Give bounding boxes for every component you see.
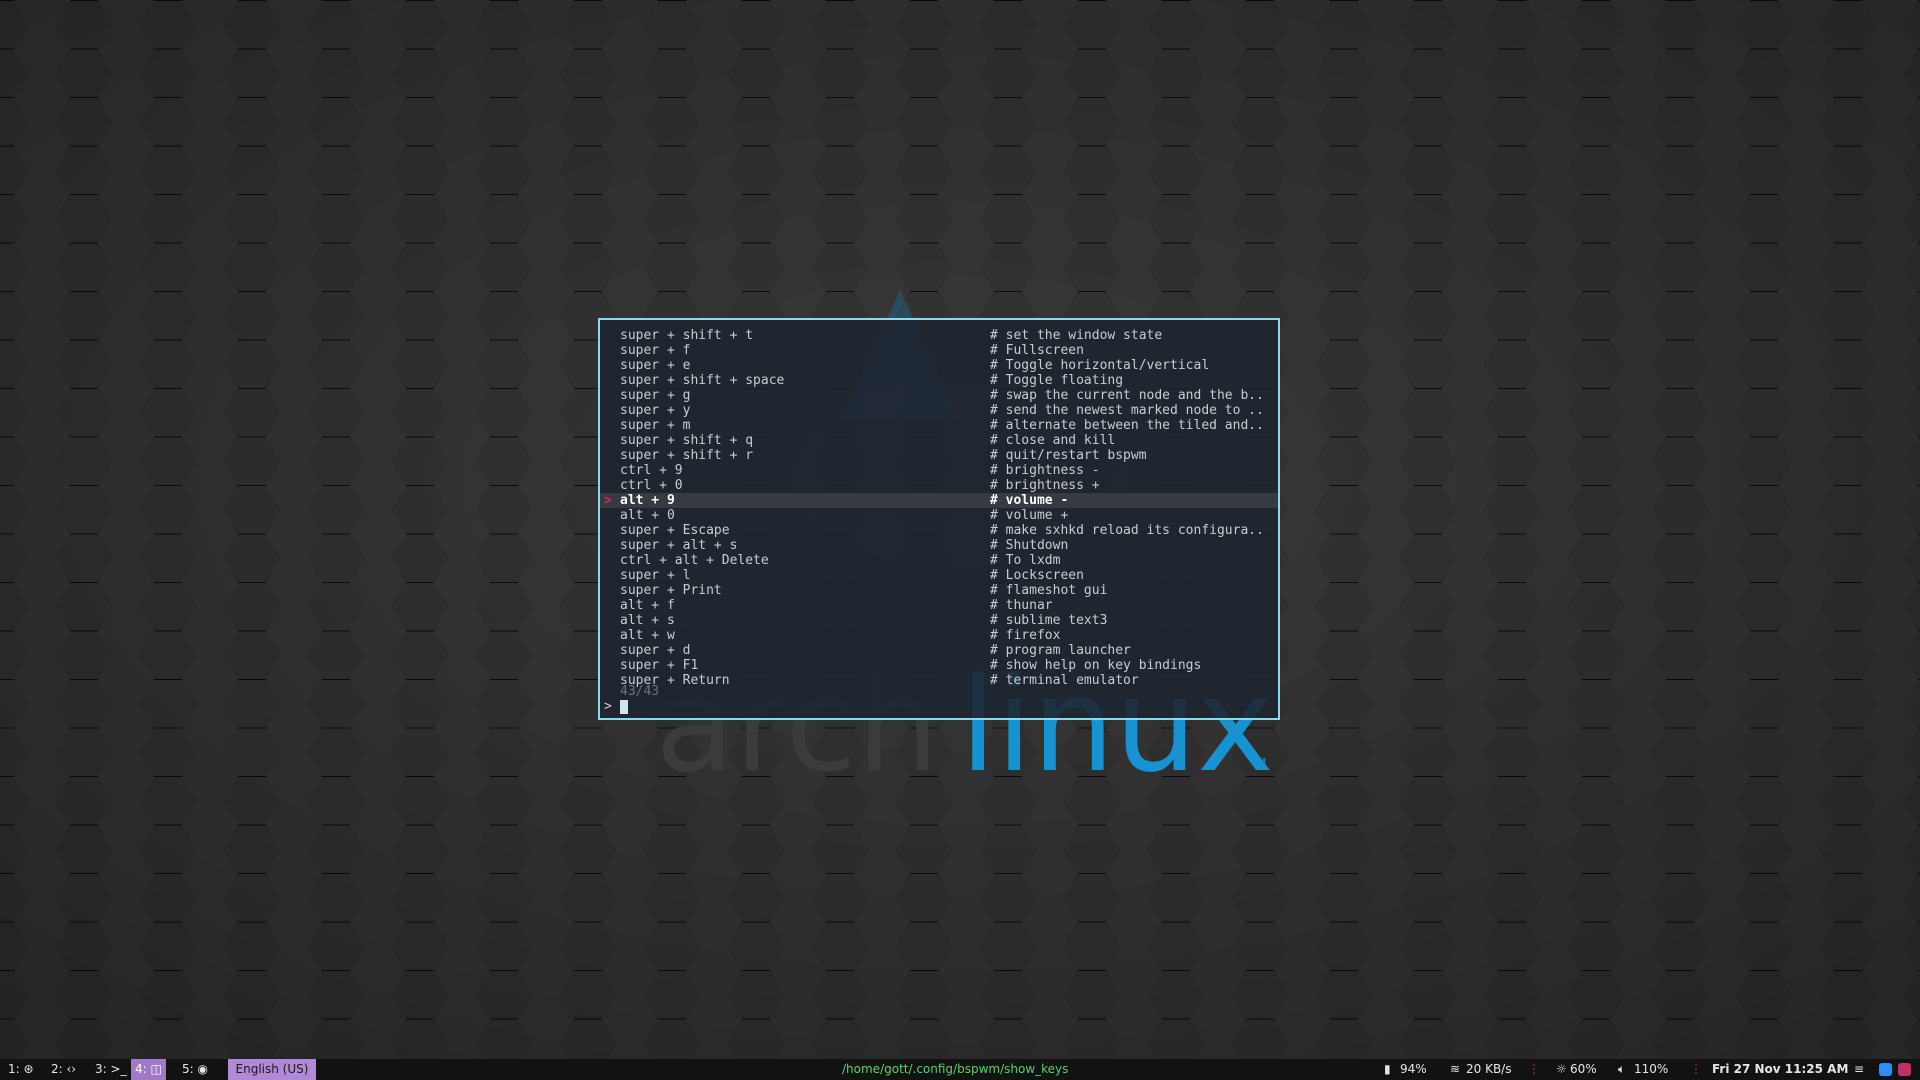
keybinding-key: super + d (620, 643, 691, 658)
keybinding-row[interactable]: > alt + 9 # volume - (600, 493, 1278, 508)
keybinding-row[interactable]: super + alt + s # Shutdown (600, 538, 1278, 553)
brightness-icon: ☼ (1556, 1062, 1567, 1076)
text-cursor[interactable] (620, 700, 628, 714)
keybinding-key: super + Escape (620, 523, 730, 538)
keybinding-row[interactable]: super + y # send the newest marked node t… (600, 403, 1278, 418)
keybinding-description: # close and kill (990, 433, 1116, 448)
keybinding-key: super + shift + r (620, 448, 754, 463)
keybinding-row[interactable]: super + d # program launcher (600, 643, 1278, 658)
keybinding-key: alt + w (620, 628, 675, 643)
keybinding-row[interactable]: super + Print # flameshot gui (600, 583, 1278, 598)
clock[interactable]: Fri 27 Nov 11:25 AM (1712, 1059, 1848, 1080)
workspace-5[interactable]: 5: ◉ (178, 1059, 212, 1080)
keybinding-row[interactable]: alt + w # firefox (600, 628, 1278, 643)
workspace-1[interactable]: 1: ⊛ (4, 1059, 38, 1080)
workspace-3[interactable]: 3: >_ (91, 1059, 131, 1080)
match-counter: 43/43 (620, 684, 660, 699)
keybinding-key: super + shift + t (620, 328, 754, 343)
keybinding-description: # Fullscreen (990, 343, 1084, 358)
keybinding-description: # firefox (990, 628, 1061, 643)
keybinding-description: # set the window state (990, 328, 1163, 343)
keybinding-description: # volume - (990, 493, 1069, 508)
zoom-tray-icon[interactable] (1879, 1063, 1892, 1076)
separator: ⋮ (1528, 1062, 1540, 1076)
keybinding-description: # Lockscreen (990, 568, 1084, 583)
keybinding-key: super + e (620, 358, 691, 373)
wifi-icon: ≋ (1450, 1062, 1461, 1076)
keybinding-key: ctrl + alt + Delete (620, 553, 769, 568)
keybinding-key: super + l (620, 568, 691, 583)
keybinding-description: # Shutdown (990, 538, 1069, 553)
keybinding-key: super + y (620, 403, 691, 418)
keybinding-row[interactable]: alt + 0 # volume + (600, 508, 1278, 523)
keybinding-key: super + shift + q (620, 433, 754, 448)
keybinding-description: # show help on key bindings (990, 658, 1202, 673)
keybinding-description: # program launcher (990, 643, 1131, 658)
keybinding-key: super + shift + space (620, 373, 785, 388)
keyboard-layout[interactable]: English (US) (228, 1059, 316, 1080)
logo-tm-text: TM (1249, 756, 1266, 769)
keybinding-row[interactable]: alt + f # thunar (600, 598, 1278, 613)
keybinding-key: super + F1 (620, 658, 699, 673)
keybinding-description: # flameshot gui (990, 583, 1108, 598)
keybinding-description: # brightness + (990, 478, 1100, 493)
workspace-2[interactable]: 2: ‹› (47, 1059, 80, 1080)
keybinding-row[interactable]: alt + s # sublime text3 (600, 613, 1278, 628)
network-speed: 20 KB/s (1466, 1062, 1512, 1076)
keybinding-key: super + g (620, 388, 691, 403)
keybinding-row[interactable]: super + shift + t # set the window state (600, 328, 1278, 343)
keybinding-row[interactable]: super + F1 # show help on key bindings (600, 658, 1278, 673)
keybinding-row[interactable]: ctrl + 0 # brightness + (600, 478, 1278, 493)
keybinding-key: super + alt + s (620, 538, 738, 553)
keybinding-row[interactable]: super + l # Lockscreen (600, 568, 1278, 583)
keybinding-key: alt + f (620, 598, 675, 613)
status-bar: 1: ⊛ 2: ‹› 3: >_ 4: ◫ 5: ◉ English (US) /hom… (0, 1059, 1920, 1080)
brightness-level: 60% (1570, 1062, 1597, 1076)
menu-icon[interactable]: ≡ (1854, 1059, 1864, 1080)
workspace-4[interactable]: 4: ◫ (131, 1059, 166, 1080)
window-title: /home/gott/.config/bspwm/show_keys (842, 1062, 1069, 1076)
keybinding-description: # volume + (990, 508, 1069, 523)
keybinding-key: super + f (620, 343, 691, 358)
prompt-symbol: > (604, 699, 612, 714)
separator: ⋮ (1690, 1062, 1702, 1076)
keybinding-row[interactable]: super + Return # terminal emulator (600, 673, 1278, 688)
volume-icon[interactable]: 🔈︎ (1618, 1059, 1625, 1080)
keybinding-description: # sublime text3 (990, 613, 1108, 628)
volume-level[interactable]: 110% (1634, 1059, 1668, 1080)
keybinding-row[interactable]: ctrl + alt + Delete # To lxdm (600, 553, 1278, 568)
keybinding-description: # thunar (990, 598, 1053, 613)
keybinding-description: # alternate between the tiled and.. (990, 418, 1264, 433)
keybinding-description: # Toggle floating (990, 373, 1124, 388)
keybinding-key: alt + 0 (620, 508, 675, 523)
keybinding-key: super + Print (620, 583, 722, 598)
keybinding-key: super + m (620, 418, 691, 433)
keybinding-description: # brightness - (990, 463, 1100, 478)
keybinding-description: # make sxhkd reload its configura.. (990, 523, 1264, 538)
app-tray-icon[interactable] (1898, 1063, 1911, 1076)
keybinding-description: # Toggle horizontal/vertical (990, 358, 1210, 373)
keybinding-row[interactable]: super + m # alternate between the tiled a… (600, 418, 1278, 433)
keybinding-row[interactable]: super + f # Fullscreen (600, 343, 1278, 358)
keybinding-key: alt + 9 (620, 493, 675, 508)
keybinding-description: # quit/restart bspwm (990, 448, 1147, 463)
selection-pointer: > (604, 493, 612, 508)
keybinding-row[interactable]: super + shift + r # quit/restart bspwm (600, 448, 1278, 463)
keybinding-description: # terminal emulator (990, 673, 1139, 688)
keybinding-row[interactable]: super + e # Toggle horizontal/vertical (600, 358, 1278, 373)
keybinding-row[interactable]: ctrl + 9 # brightness - (600, 463, 1278, 478)
battery-icon: ▮ (1384, 1062, 1391, 1076)
keybinding-row[interactable]: super + shift + space # Toggle floating (600, 373, 1278, 388)
keybinding-row[interactable]: super + shift + q # close and kill (600, 433, 1278, 448)
keybinding-description: # To lxdm (990, 553, 1061, 568)
keybinding-row[interactable]: super + Escape # make sxhkd reload its co… (600, 523, 1278, 538)
keybinding-description: # swap the current node and the b.. (990, 388, 1264, 403)
keybinding-key: ctrl + 9 (620, 463, 683, 478)
battery-level: 94% (1400, 1062, 1427, 1076)
keybinding-description: # send the newest marked node to .. (990, 403, 1264, 418)
keybinding-row[interactable]: super + g # swap the current node and the… (600, 388, 1278, 403)
keybinding-key: ctrl + 0 (620, 478, 683, 493)
keybinding-key: alt + s (620, 613, 675, 628)
keybindings-fzf-window[interactable]: super + shift + t # set the window state s… (598, 318, 1280, 720)
